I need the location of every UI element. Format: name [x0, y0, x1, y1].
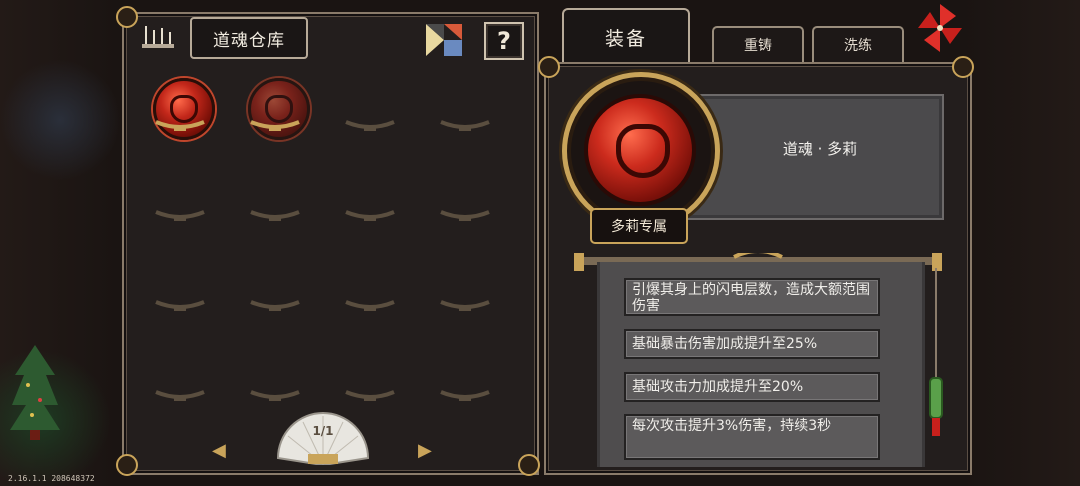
tangram-sort-icon[interactable] [424, 22, 464, 58]
storage-slot[interactable] [329, 70, 411, 150]
corner-ornament [518, 454, 540, 476]
tab-refine[interactable]: 洗练 [812, 26, 904, 62]
storage-slot[interactable] [329, 250, 411, 330]
corner-ornament [538, 56, 560, 78]
slot-stand-icon [440, 300, 490, 311]
storage-slot[interactable] [424, 340, 506, 420]
prev-page-arrow-icon[interactable]: ◀ [212, 440, 228, 461]
spirit-face-icon [616, 124, 670, 178]
storage-title: 道魂仓库 [190, 17, 308, 59]
item-name: 道魂 · 多莉 [782, 140, 858, 158]
slot-stand-icon [440, 390, 490, 401]
incense-filter-icon[interactable] [140, 22, 176, 52]
slot-stand-icon [440, 210, 490, 221]
storage-slot[interactable] [234, 160, 316, 240]
storage-slot[interactable] [424, 250, 506, 330]
effect-line: 基础攻击力加成提升至20% [624, 372, 880, 402]
page-indicator: 1/1 [312, 424, 334, 438]
slot-stand-icon [345, 390, 395, 401]
effect-line: 每次攻击提升3%伤害，持续3秒 [624, 414, 880, 460]
effect-line: 引爆其身上的闪电层数，造成大额范围伤害 [624, 278, 880, 316]
christmas-tree-decoration [10, 345, 60, 440]
slot-stand-icon [345, 210, 395, 221]
storage-slot[interactable] [234, 70, 316, 150]
slot-stand-icon [440, 120, 490, 131]
storage-slot[interactable] [234, 250, 316, 330]
next-page-arrow-icon[interactable]: ▶ [418, 440, 434, 461]
tab-recast[interactable]: 重铸 [712, 26, 804, 62]
version-label: 2.16.1.1 208648372 [8, 474, 95, 483]
slot-stand-icon [155, 390, 205, 401]
slot-stand-icon [345, 300, 395, 311]
storage-slot[interactable] [139, 160, 221, 240]
slot-stand-icon [250, 120, 300, 131]
tab-equip[interactable]: 装备 [562, 8, 690, 64]
storage-slot[interactable] [139, 250, 221, 330]
exclusive-badge: 多莉专属 [590, 208, 688, 244]
corner-ornament [952, 56, 974, 78]
slot-stand-icon [155, 210, 205, 221]
slot-stand-icon [250, 390, 300, 401]
soul-orb-icon [584, 94, 696, 206]
storage-slot[interactable] [424, 70, 506, 150]
slot-stand-icon [250, 210, 300, 221]
corner-ornament [116, 454, 138, 476]
storage-slot[interactable] [329, 160, 411, 240]
effect-line: 基础暴击伤害加成提升至25% [624, 329, 880, 359]
corner-ornament [116, 6, 138, 28]
pinwheel-close-icon[interactable] [916, 2, 964, 54]
jade-tassel-icon [929, 268, 943, 436]
slot-stand-icon [155, 300, 205, 311]
storage-slot[interactable] [139, 70, 221, 150]
help-button[interactable]: ? [484, 22, 524, 60]
storage-slot[interactable] [424, 160, 506, 240]
slot-stand-icon [250, 300, 300, 311]
slot-stand-icon [155, 120, 205, 131]
storage-slot[interactable] [139, 340, 221, 420]
slot-stand-icon [345, 120, 395, 131]
